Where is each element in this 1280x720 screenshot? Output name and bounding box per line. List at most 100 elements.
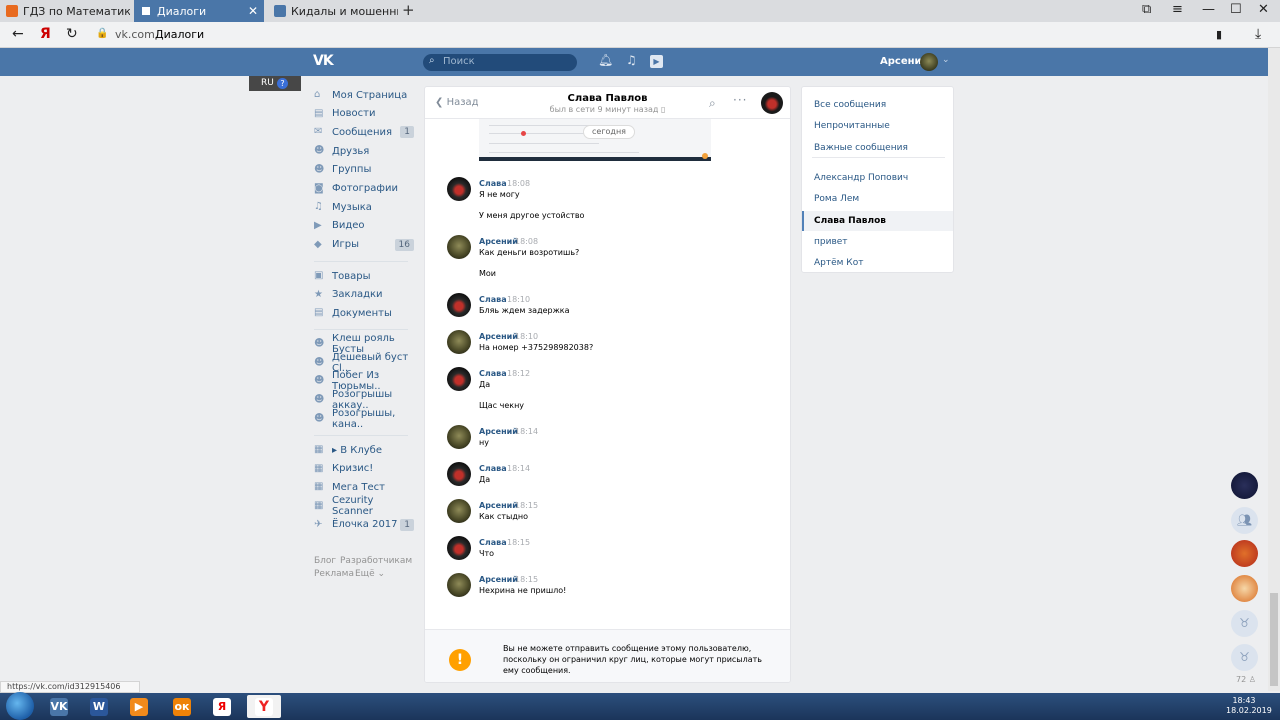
community-link[interactable]: ☻ Клеш рояль Бусты [314,333,414,355]
folder-link[interactable]: Непрочитанные [802,116,953,136]
download-icon[interactable]: ⤓ [1255,26,1261,42]
reload-icon[interactable]: ↻ [66,26,78,42]
message-author[interactable]: Слава [479,179,507,188]
music-note-icon[interactable]: ♫ [626,53,637,67]
taskbar-word[interactable]: W [82,695,116,718]
folder-link[interactable]: Важные сообщения [802,138,953,158]
recent-dialog-link[interactable]: Рома Лем [802,189,953,209]
menu-item[interactable]: ☻ Группы [314,161,414,179]
community-link[interactable]: ☻ Розогрышы, кана.. [314,408,414,430]
menu-item[interactable]: ◆ Игры 16 [314,236,414,254]
more-icon[interactable]: ··· [733,93,747,107]
app-link[interactable]: ▦ ▸ В Клубе [314,441,414,459]
avatar[interactable] [447,425,471,449]
start-button[interactable] [6,692,34,720]
menu-item[interactable]: ⌂ Моя Страница [314,86,414,104]
avatar[interactable] [447,235,471,259]
bookmark-icon[interactable]: ▮ [1216,28,1222,41]
recent-dialog-link[interactable]: Слава Павлов [802,210,953,231]
avatar[interactable] [447,536,471,560]
yandex-icon[interactable]: Я [40,26,51,42]
recent-dialog-link[interactable]: Александр Попович [802,168,953,188]
avatar[interactable] [447,367,471,391]
message-author[interactable]: Арсений [479,237,518,246]
app-link[interactable]: ▦ Cezurity Scanner [314,495,414,517]
bookmarks-window-icon[interactable]: ⧉ [1142,2,1151,17]
avatar[interactable] [761,92,783,114]
menu-item[interactable]: ▣ Товары [314,267,414,285]
taskbar-vk[interactable]: VK [42,695,76,718]
vk-logo-icon[interactable]: VK [313,53,334,69]
url-host[interactable]: vk.com [115,28,155,41]
menu-item[interactable]: ▤ Документы [314,304,414,322]
footer-link[interactable]: Реклама [314,569,354,579]
message-author[interactable]: Слава [479,464,507,473]
app-link[interactable]: ▦ Кризис! [314,460,414,478]
taskbar-media[interactable]: ▶ [122,695,156,718]
avatar[interactable] [447,177,471,201]
avatar[interactable] [447,462,471,486]
help-icon[interactable]: ? [277,78,288,89]
recent-dialog-link[interactable]: привет [802,232,953,252]
bell-icon[interactable]: 🔔︎ [598,53,613,67]
footer-link[interactable]: Ещё ⌄ [355,569,385,579]
avatar[interactable] [920,53,938,71]
message-author[interactable]: Арсений [479,501,518,510]
taskbar-yandex[interactable]: Я [205,695,239,718]
browser-menu-icon[interactable]: ≡ [1172,2,1183,17]
peer-name[interactable]: Слава Павлов [555,93,660,104]
page-scrollbar[interactable] [1268,48,1280,691]
community-link[interactable]: ☻ Розогрышы аккау.. [314,389,414,411]
maximize-icon[interactable]: ☐ [1230,2,1242,17]
community-link[interactable]: ☻ Побег Из Тюрьмы.. [314,370,414,392]
avatar[interactable] [447,293,471,317]
friends-icon[interactable]: 👥︎ [1231,507,1258,534]
search-icon[interactable]: ⌕ [709,96,716,111]
ghost-icon[interactable]: ♉︎ [1231,644,1258,671]
back-button[interactable]: ❮ Назад [435,97,479,108]
language-indicator[interactable]: RU ? [249,76,301,91]
search-input[interactable]: ⌕ Поиск [423,54,577,71]
new-tab-icon[interactable]: + [402,1,415,19]
message-author[interactable]: Арсений [479,427,518,436]
app-link[interactable]: ▦ Мега Тест [314,478,414,496]
chevron-down-icon[interactable]: ⌄ [942,55,950,65]
back-arrow-icon[interactable]: ← [12,26,24,42]
url-page-title[interactable]: Диалоги [155,28,204,41]
browser-tab-gdz[interactable]: ГДЗ по Математике за 4 к [0,0,130,22]
footer-link[interactable]: Блог [314,556,336,566]
message-author[interactable]: Слава [479,369,507,378]
folder-link[interactable]: Все сообщения [802,95,953,115]
close-window-icon[interactable]: ✕ [1258,2,1269,17]
community-avatar[interactable] [1231,575,1258,602]
ghost-icon[interactable]: ♉︎ [1231,610,1258,637]
message-author[interactable]: Слава [479,295,507,304]
menu-item[interactable]: ▶ Видео [314,217,414,235]
message-author[interactable]: Арсений [479,332,518,341]
scrollbar-thumb[interactable] [1270,593,1278,686]
community-avatar[interactable] [1231,540,1258,567]
community-avatar[interactable] [1231,472,1258,499]
avatar[interactable] [447,330,471,354]
menu-item[interactable]: ✉ Сообщения 1 [314,123,414,141]
menu-item[interactable]: ♫ Музыка [314,198,414,216]
app-link[interactable]: ✈ Ёлочка 2017 1 [314,516,414,534]
message-author[interactable]: Слава [479,538,507,547]
message-author[interactable]: Арсений [479,575,518,584]
community-link[interactable]: ☻ Дешевый буст Cl.. [314,352,414,374]
menu-item[interactable]: ★ Закладки [314,286,414,304]
avatar[interactable] [447,499,471,523]
menu-item[interactable]: ☻ Друзья [314,142,414,160]
minimize-icon[interactable]: — [1202,2,1215,17]
browser-tab-dialogs[interactable]: Диалоги ✕ [134,0,264,22]
play-icon[interactable]: ▶ [650,55,663,68]
menu-item[interactable]: ◙ Фотографии [314,180,414,198]
taskbar-ok[interactable]: ок [165,695,199,718]
browser-tab-scammers[interactable]: Кидалы и мошенники в vk [268,0,398,22]
recent-dialog-link[interactable]: Артём Кот [802,253,953,273]
clock[interactable]: 18:43 18.02.2019 [1226,696,1272,716]
footer-link[interactable]: Разработчикам [340,556,412,566]
taskbar-yandex-browser[interactable]: Y [247,695,281,718]
close-tab-icon[interactable]: ✕ [248,4,258,18]
avatar[interactable] [447,573,471,597]
